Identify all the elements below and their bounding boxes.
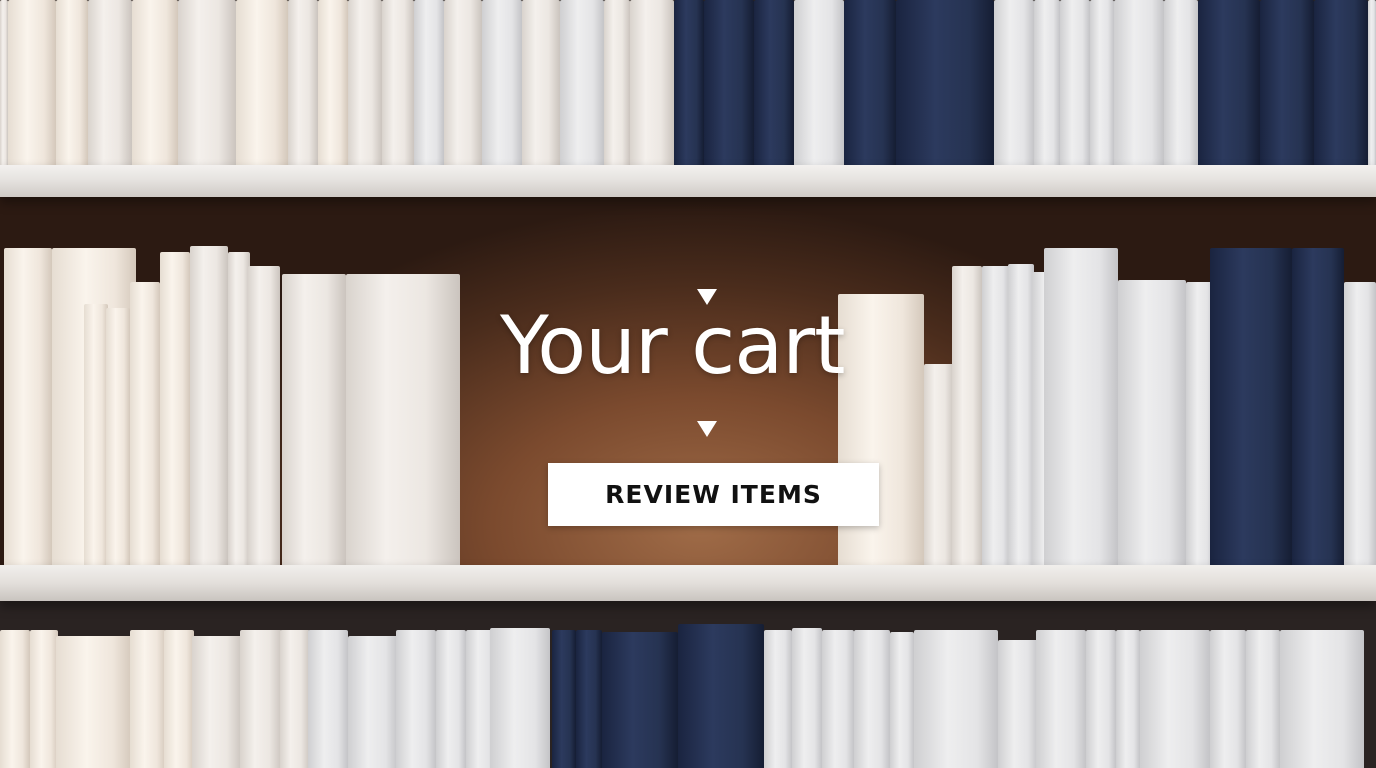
book-spine <box>994 0 1034 167</box>
book-spine <box>1210 248 1292 566</box>
book-spine <box>56 636 132 768</box>
book-spine <box>704 0 754 167</box>
book-spine <box>4 248 52 566</box>
book-spine <box>0 630 30 768</box>
book-spine <box>130 282 160 566</box>
book-spine <box>280 630 310 768</box>
book-spine <box>952 266 982 566</box>
book-spine <box>490 628 550 768</box>
book-spine <box>130 630 166 768</box>
book-spine <box>1114 0 1164 167</box>
book-spine <box>792 628 822 768</box>
book-spine <box>1198 0 1260 167</box>
shelf-middle <box>0 565 1376 601</box>
book-spine <box>1044 248 1118 566</box>
chevron-down-icon <box>697 421 717 437</box>
book-spine <box>522 0 560 167</box>
book-spine <box>0 0 8 167</box>
book-spine <box>674 0 704 167</box>
book-spine <box>132 0 178 167</box>
book-spine <box>1118 280 1186 566</box>
book-spine <box>444 0 482 167</box>
book-spine <box>308 630 348 768</box>
book-spine <box>288 0 318 167</box>
book-spine <box>630 0 674 167</box>
book-spine <box>1008 264 1034 566</box>
book-spine <box>1280 630 1364 768</box>
book-spine <box>602 632 678 768</box>
book-spine <box>1090 0 1114 167</box>
book-spine <box>576 630 602 768</box>
book-spine <box>192 636 242 768</box>
book-spine <box>1210 630 1246 768</box>
book-spine <box>552 630 576 768</box>
book-spine <box>1260 0 1314 167</box>
book-spine <box>160 252 190 566</box>
book-spine <box>282 274 346 566</box>
book-spine <box>228 252 250 566</box>
book-spine <box>1036 630 1086 768</box>
book-spine <box>822 630 854 768</box>
book-spine <box>1140 630 1210 768</box>
book-spine <box>678 624 764 768</box>
book-spine <box>1034 0 1060 167</box>
book-spine <box>1246 630 1280 768</box>
book-spine <box>240 630 282 768</box>
review-items-button[interactable]: REVIEW ITEMS <box>548 463 879 526</box>
book-spine <box>914 630 998 768</box>
book-spine <box>190 246 228 566</box>
book-spine <box>106 308 130 566</box>
book-spine <box>164 630 194 768</box>
book-spine <box>1086 630 1116 768</box>
book-spine <box>348 636 398 768</box>
book-spine <box>560 0 604 167</box>
book-spine <box>982 266 1010 566</box>
book-spine <box>348 0 382 167</box>
book-spine <box>248 266 280 566</box>
book-spine <box>30 630 58 768</box>
book-spine <box>396 630 436 768</box>
book-spine <box>1164 0 1198 167</box>
book-spine <box>436 630 466 768</box>
book-spine <box>482 0 522 167</box>
book-spine <box>346 274 460 566</box>
book-spine <box>8 0 56 167</box>
book-spine <box>998 640 1038 768</box>
book-spine <box>84 304 108 566</box>
book-spine <box>764 630 792 768</box>
book-spine <box>1292 248 1344 566</box>
book-spine <box>414 0 444 167</box>
book-spine <box>604 0 630 167</box>
book-spine <box>924 364 954 566</box>
book-spine <box>794 0 844 167</box>
book-spine <box>56 0 88 167</box>
book-spine <box>178 0 236 167</box>
book-spine <box>844 0 896 167</box>
book-spine <box>1116 630 1140 768</box>
book-spine <box>1368 0 1376 167</box>
book-spine <box>1314 0 1368 167</box>
book-spine <box>854 630 890 768</box>
book-spine <box>1344 282 1376 566</box>
book-spine <box>890 632 914 768</box>
book-spine <box>88 0 132 167</box>
book-spine <box>382 0 414 167</box>
book-spine <box>1060 0 1090 167</box>
book-spine <box>754 0 794 167</box>
page-title: Your cart <box>500 299 845 392</box>
book-spine <box>896 0 994 167</box>
book-spine <box>236 0 288 167</box>
book-spine <box>318 0 348 167</box>
shelf-upper <box>0 165 1376 197</box>
